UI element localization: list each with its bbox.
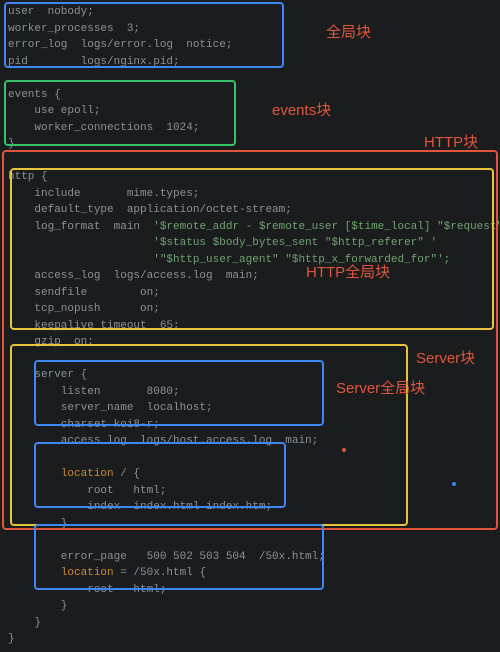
srv-l6c: / {	[114, 468, 140, 480]
httpg-l7: sendfile on;	[8, 287, 160, 299]
httpg-l3a: log_format main	[8, 221, 153, 233]
srv-l11a	[8, 567, 61, 579]
events-l3: worker_connections 1024;	[8, 122, 199, 134]
global-l2: worker_processes 3;	[8, 23, 140, 35]
httpg-l6: access_log logs/access.log main;	[8, 270, 259, 282]
srv-l1: server {	[8, 369, 87, 381]
httpg-l10: gzip on;	[8, 336, 94, 348]
httpg-l1: include mime.types;	[8, 188, 199, 200]
httpg-l5: '"$http_user_agent" "$http_x_forwarded_f…	[8, 254, 450, 266]
httpg-l3b: '$remote_addr - $remote_user [$time_loca…	[153, 221, 500, 233]
httpg-l8: tcp_nopush on;	[8, 303, 160, 315]
srv-l10: error_page 500 502 503 504 /50x.html;	[8, 551, 325, 563]
srv-l8: index index.html index.htm;	[8, 501, 272, 513]
nginx-conf-code: user nobody; worker_processes 3; error_l…	[8, 4, 500, 648]
srv-l15: }	[8, 633, 15, 645]
srv-l13: }	[8, 600, 67, 612]
srv-l6a	[8, 468, 61, 480]
srv-l14: }	[8, 617, 41, 629]
srv-l9: }	[8, 518, 67, 530]
global-l1: user nobody;	[8, 6, 94, 18]
srv-l12: root html;	[8, 584, 166, 596]
events-l1: events {	[8, 89, 61, 101]
srv-l4: charset koi8-r;	[8, 419, 160, 431]
srv-l11c: = /50x.html {	[114, 567, 206, 579]
srv-l6b: location	[61, 468, 114, 480]
httpg-l4: '$status $body_bytes_sent "$http_referer…	[8, 237, 437, 249]
httpg-l9: keepalive_timeout 65;	[8, 320, 180, 332]
httpg-l2: default_type application/octet-stream;	[8, 204, 292, 216]
global-l4: pid logs/nginx.pid;	[8, 56, 180, 68]
srv-l3: server_name localhost;	[8, 402, 213, 414]
srv-l11b: location	[61, 567, 114, 579]
srv-l5: access_log logs/host.access.log main;	[8, 435, 318, 447]
events-l4: }	[8, 138, 15, 150]
global-l3: error_log logs/error.log notice;	[8, 39, 232, 51]
srv-l7: root html;	[8, 485, 166, 497]
code-area: user nobody; worker_processes 3; error_l…	[0, 0, 500, 652]
srv-l2: listen 8080;	[8, 386, 180, 398]
http-open: http {	[8, 171, 48, 183]
events-l2: use epoll;	[8, 105, 100, 117]
